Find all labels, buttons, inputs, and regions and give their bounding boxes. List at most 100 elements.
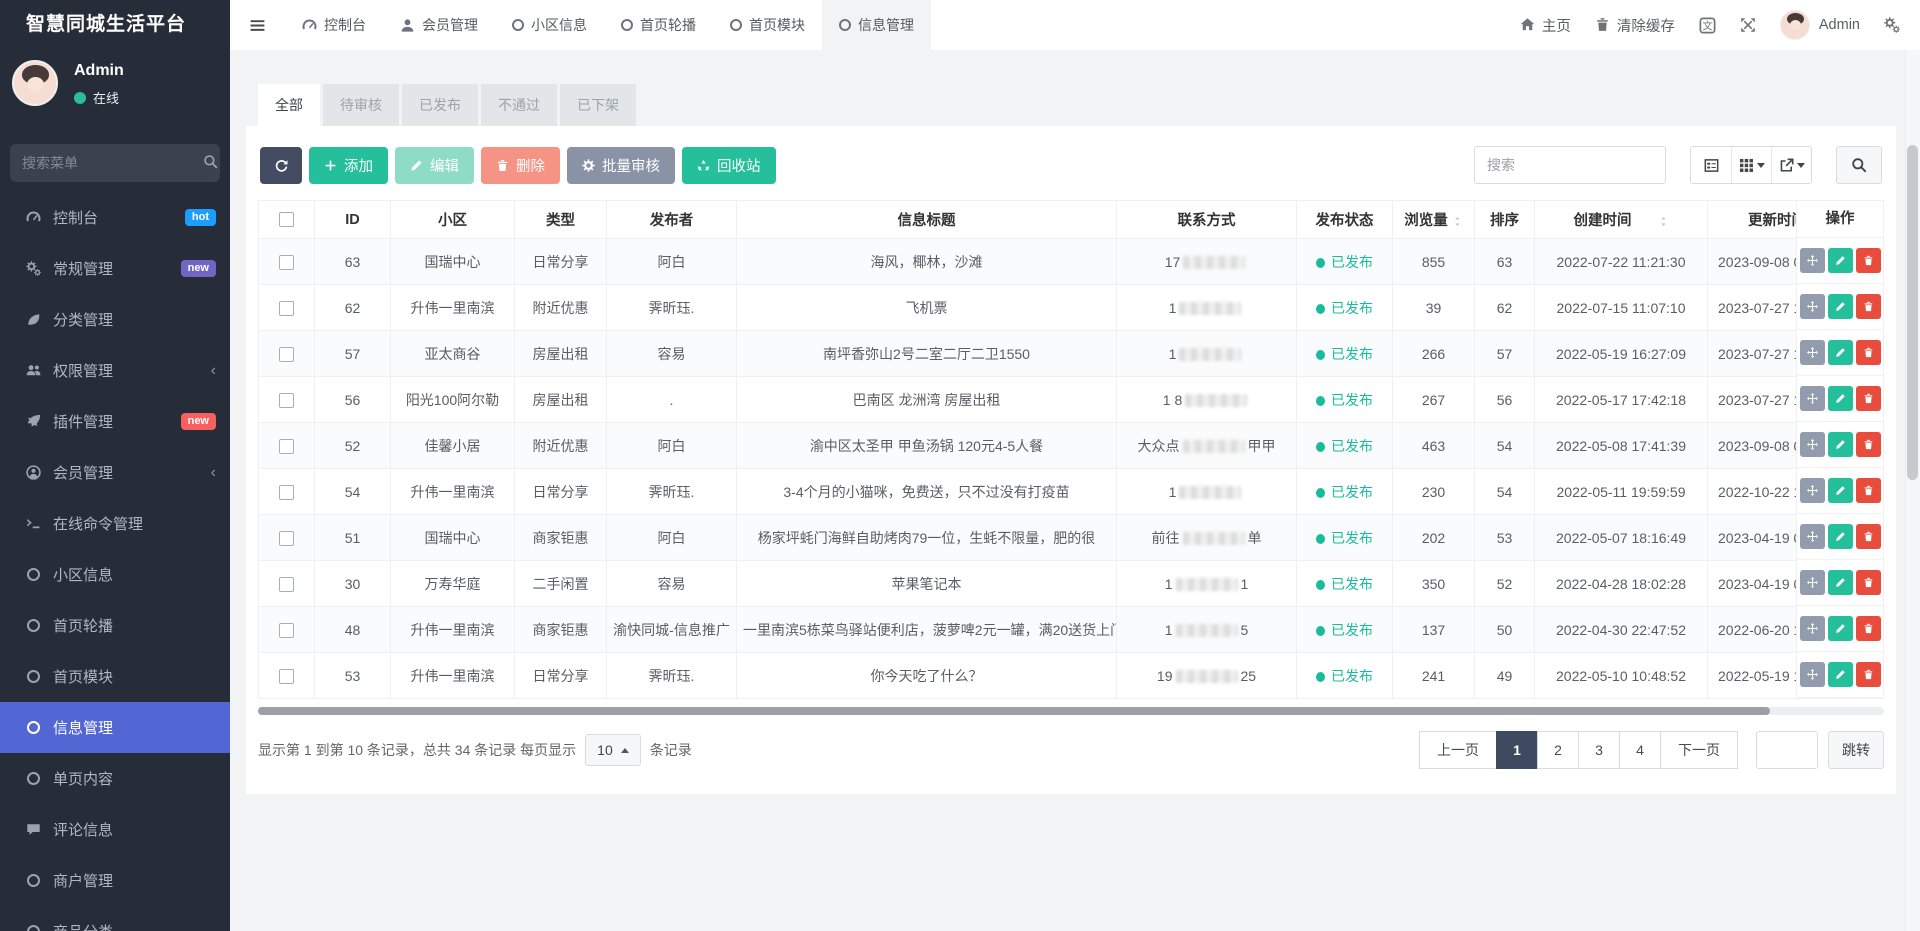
home-link[interactable]: 主页	[1520, 15, 1571, 36]
row-checkbox[interactable]	[279, 393, 294, 408]
col-contact[interactable]: 联系方式	[1117, 201, 1297, 239]
tab-published[interactable]: 已发布	[402, 84, 478, 126]
row-checkbox[interactable]	[279, 301, 294, 316]
sidebar-search-input[interactable]	[22, 155, 203, 171]
row-edit-button[interactable]	[1828, 432, 1853, 457]
row-edit-button[interactable]	[1828, 662, 1853, 687]
drag-move-button[interactable]	[1800, 248, 1825, 273]
topbar-tab-member[interactable]: 会员管理	[383, 0, 495, 50]
drag-move-button[interactable]	[1800, 432, 1825, 457]
drag-move-button[interactable]	[1800, 616, 1825, 641]
clear-cache-button[interactable]: 清除缓存	[1595, 15, 1675, 36]
row-checkbox[interactable]	[279, 669, 294, 684]
add-button[interactable]: 添加	[309, 147, 388, 184]
sidebar-item-addon[interactable]: 插件管理new	[0, 396, 230, 447]
col-id[interactable]: ID	[315, 201, 391, 239]
col-views[interactable]: 浏览量	[1393, 201, 1475, 239]
topbar-tab-dashboard[interactable]: 控制台	[285, 0, 383, 50]
drag-move-button[interactable]	[1800, 386, 1825, 411]
row-checkbox[interactable]	[279, 577, 294, 592]
topbar-tab-carousel[interactable]: 首页轮播	[604, 0, 713, 50]
language-toggle[interactable]	[1699, 17, 1716, 34]
row-delete-button[interactable]	[1856, 570, 1881, 595]
sidebar-item-command[interactable]: 在线命令管理	[0, 498, 230, 549]
sort-icon[interactable]	[1452, 216, 1463, 227]
row-edit-button[interactable]	[1828, 524, 1853, 549]
sort-icon[interactable]	[1658, 216, 1669, 227]
drag-move-button[interactable]	[1800, 662, 1825, 687]
page-button-2[interactable]: 2	[1537, 731, 1579, 769]
sidebar-item-dashboard[interactable]: 控制台hot	[0, 192, 230, 243]
row-delete-button[interactable]	[1856, 248, 1881, 273]
next-page-button[interactable]: 下一页	[1660, 731, 1738, 769]
row-edit-button[interactable]	[1828, 570, 1853, 595]
drag-move-button[interactable]	[1800, 524, 1825, 549]
sidebar-item-home-carousel[interactable]: 首页轮播	[0, 600, 230, 651]
row-delete-button[interactable]	[1856, 294, 1881, 319]
sidebar-item-general[interactable]: 常规管理new	[0, 243, 230, 294]
drag-move-button[interactable]	[1800, 340, 1825, 365]
row-delete-button[interactable]	[1856, 340, 1881, 365]
sidebar-item-comments[interactable]: 评论信息	[0, 804, 230, 855]
row-checkbox[interactable]	[279, 623, 294, 638]
page-button-4[interactable]: 4	[1619, 731, 1661, 769]
drag-move-button[interactable]	[1800, 294, 1825, 319]
row-delete-button[interactable]	[1856, 524, 1881, 549]
col-status[interactable]: 发布状态	[1297, 201, 1393, 239]
fullscreen-toggle[interactable]	[1740, 17, 1756, 33]
col-community[interactable]: 小区	[391, 201, 515, 239]
sidebar-item-auth[interactable]: 权限管理‹	[0, 345, 230, 396]
col-type[interactable]: 类型	[515, 201, 607, 239]
recycle-bin-button[interactable]: 回收站	[682, 147, 776, 184]
row-delete-button[interactable]	[1856, 478, 1881, 503]
tab-pending[interactable]: 待审核	[323, 84, 399, 126]
settings-gear-icon[interactable]	[1884, 17, 1900, 33]
jump-page-input[interactable]	[1756, 731, 1818, 769]
row-checkbox[interactable]	[279, 531, 294, 546]
horizontal-scrollbar-thumb[interactable]	[258, 707, 1770, 715]
search-submit-button[interactable]	[1836, 146, 1882, 184]
row-edit-button[interactable]	[1828, 478, 1853, 503]
sidebar-item-info-manage[interactable]: 信息管理	[0, 702, 230, 753]
row-edit-button[interactable]	[1828, 340, 1853, 365]
tab-offline[interactable]: 已下架	[560, 84, 636, 126]
page-button-1[interactable]: 1	[1496, 731, 1538, 769]
row-delete-button[interactable]	[1856, 432, 1881, 457]
col-created[interactable]: 创建时间	[1535, 201, 1708, 239]
sidebar-item-community-info[interactable]: 小区信息	[0, 549, 230, 600]
row-edit-button[interactable]	[1828, 248, 1853, 273]
sidebar-item-member[interactable]: 会员管理‹	[0, 447, 230, 498]
user-avatar[interactable]	[12, 60, 58, 106]
edit-button[interactable]: 编辑	[395, 147, 474, 184]
row-checkbox[interactable]	[279, 347, 294, 362]
sidebar-item-single-page[interactable]: 单页内容	[0, 753, 230, 804]
drag-move-button[interactable]	[1800, 570, 1825, 595]
select-all-checkbox[interactable]	[279, 212, 294, 227]
batch-audit-button[interactable]: 批量审核	[567, 147, 675, 184]
topbar-tab-module[interactable]: 首页模块	[713, 0, 822, 50]
vertical-scrollbar-thumb[interactable]	[1907, 145, 1918, 480]
col-publisher[interactable]: 发布者	[607, 201, 737, 239]
page-button-3[interactable]: 3	[1578, 731, 1620, 769]
row-delete-button[interactable]	[1856, 662, 1881, 687]
row-delete-button[interactable]	[1856, 386, 1881, 411]
row-edit-button[interactable]	[1828, 294, 1853, 319]
sidebar-item-home-module[interactable]: 首页模块	[0, 651, 230, 702]
refresh-button[interactable]	[260, 147, 302, 184]
col-sort[interactable]: 排序	[1475, 201, 1535, 239]
delete-button[interactable]: 删除	[481, 147, 560, 184]
columns-toggle-button[interactable]	[1731, 147, 1771, 183]
page-size-select[interactable]: 10	[585, 734, 641, 766]
topbar-user[interactable]: Admin	[1780, 10, 1860, 40]
tab-all[interactable]: 全部	[258, 84, 320, 126]
menu-toggle-icon[interactable]	[230, 0, 285, 50]
drag-move-button[interactable]	[1800, 478, 1825, 503]
row-edit-button[interactable]	[1828, 616, 1853, 641]
tab-rejected[interactable]: 不通过	[481, 84, 557, 126]
topbar-tab-info-manage[interactable]: 信息管理	[822, 0, 931, 50]
sidebar-menu-search[interactable]	[10, 144, 220, 182]
row-delete-button[interactable]	[1856, 616, 1881, 641]
row-checkbox[interactable]	[279, 485, 294, 500]
jump-button[interactable]: 跳转	[1828, 731, 1884, 769]
row-checkbox[interactable]	[279, 439, 294, 454]
